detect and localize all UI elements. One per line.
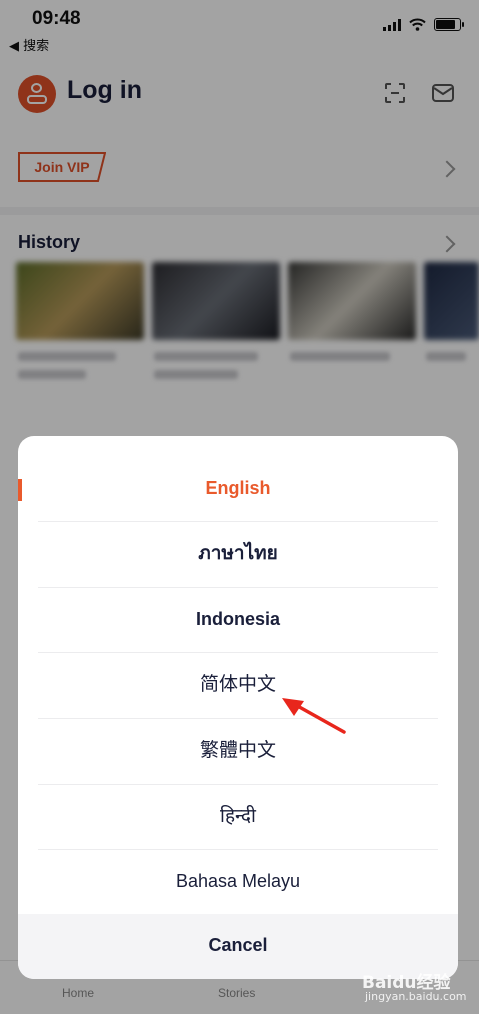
language-option-traditional-chinese[interactable]: 繁體中文	[18, 718, 458, 783]
language-option-label: Bahasa Melayu	[175, 871, 301, 891]
language-option-malay[interactable]: Bahasa Melayu	[18, 849, 458, 914]
language-option-label: 简体中文	[199, 673, 276, 695]
language-option-indonesia[interactable]: Indonesia	[18, 587, 458, 652]
language-option-english[interactable]: English	[18, 456, 458, 521]
profile-page: 09:48 ◀ 搜索 Log in Join VIP History Home …	[0, 0, 479, 1015]
language-option-label: 繁體中文	[199, 739, 276, 761]
language-option-label: Indonesia	[195, 609, 280, 629]
language-option-simplified-chinese[interactable]: 简体中文	[18, 652, 458, 717]
watermark-site: jingyan.baidu.com	[365, 990, 467, 1003]
annotation-arrow-icon	[282, 698, 346, 734]
language-option-label: हिन्दी	[220, 805, 256, 827]
language-option-label: English	[205, 478, 271, 498]
language-option-label: ภาษาไทย	[198, 542, 278, 564]
language-picker-dialog: English ภาษาไทย Indonesia 简体中文 繁體中文 हिन्…	[18, 436, 458, 979]
language-option-thai[interactable]: ภาษาไทย	[18, 521, 458, 586]
language-option-hindi[interactable]: हिन्दी	[18, 784, 458, 849]
selected-indicator	[18, 479, 22, 501]
